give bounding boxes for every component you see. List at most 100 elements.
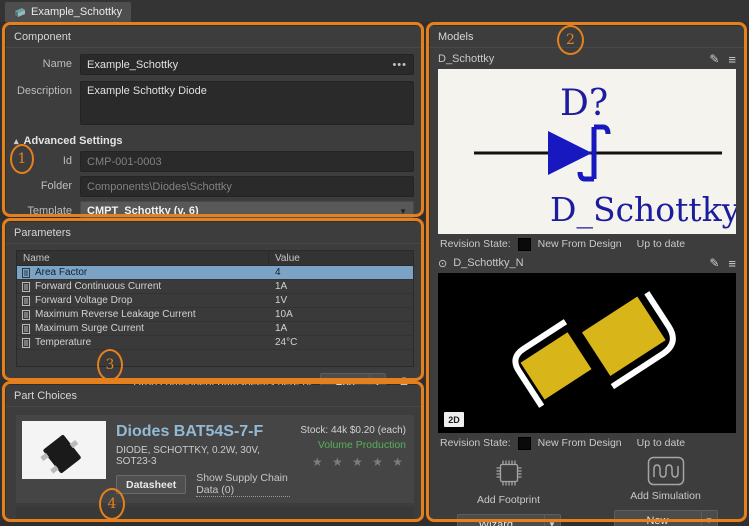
name-input[interactable] xyxy=(81,59,386,71)
table-row[interactable]: Forward Continuous Current1A xyxy=(17,280,413,294)
folder-label: Folder xyxy=(6,176,72,192)
footprint-wizard-button[interactable]: Wizard... ▼ xyxy=(457,514,561,526)
part-choices-panel-title: Part Choices xyxy=(6,385,424,407)
part-choice-item[interactable]: Diodes BAT54S-7-F DIODE, SCHOTTKY, 0.2W,… xyxy=(16,415,414,503)
symbol-menu-icon[interactable]: ≡ xyxy=(728,53,736,66)
component-panel: Component Name ••• Description Example S… xyxy=(6,26,424,214)
description-label: Description xyxy=(6,81,72,97)
parameter-icon xyxy=(17,310,35,320)
revision-swatch xyxy=(518,238,531,251)
column-header-value[interactable]: Value xyxy=(269,253,413,264)
more-button[interactable]: ••• xyxy=(386,59,413,71)
add-footprint-label: Add Footprint xyxy=(477,494,540,506)
revision-state-label: Revision State: xyxy=(440,238,511,250)
revision-state-label: Revision State: xyxy=(440,437,511,449)
part-photo xyxy=(22,421,106,479)
new-simulation-button[interactable]: New ▼ xyxy=(614,510,718,526)
parameter-value: 1V xyxy=(269,295,413,306)
diode-triangle xyxy=(548,131,592,175)
lifecycle-status: Volume Production xyxy=(300,439,406,451)
supply-chain-link[interactable]: Show Supply Chain Data (0) xyxy=(196,472,290,497)
template-value: CMPT_Schottky (v. 6) xyxy=(87,205,199,217)
column-header-name[interactable]: Name xyxy=(17,251,269,265)
parameters-table-empty-space xyxy=(17,350,413,366)
id-label: Id xyxy=(6,151,72,167)
schematic-symbol-preview[interactable]: D? D_Schottky xyxy=(438,69,736,234)
tab-example-schottky[interactable]: Example_Schottky xyxy=(5,2,131,22)
template-label: Template xyxy=(6,201,72,217)
models-panel: Models D_Schottky ✎ ≡ D? D_Schottky Revi… xyxy=(430,26,744,519)
table-row[interactable]: Area Factor4 xyxy=(17,266,413,280)
collapse-icon[interactable]: ▴ xyxy=(14,136,19,147)
table-row[interactable]: Maximum Surge Current1A xyxy=(17,322,413,336)
component-icon xyxy=(14,7,26,18)
revision-status: Up to date xyxy=(637,437,685,449)
tab-bar: Example_Schottky xyxy=(0,0,749,22)
id-input xyxy=(81,156,413,168)
footprint-pad-2 xyxy=(582,296,666,376)
symbol-designator-text: D? xyxy=(560,83,608,124)
stock-text: Stock: 44k $0.20 (each) xyxy=(300,425,406,436)
tab-title: Example_Schottky xyxy=(31,6,122,18)
part-choices-panel: Part Choices Diodes BAT54S-7-F DIODE, SC… xyxy=(6,385,424,519)
parameters-table-header: Name Value xyxy=(17,251,413,266)
parameters-table-body: Area Factor4Forward Continuous Current1A… xyxy=(17,266,413,350)
chevron-down-icon[interactable]: ▼ xyxy=(545,515,560,526)
revision-swatch xyxy=(518,437,531,450)
parameter-value: 4 xyxy=(269,267,413,278)
component-editor-screen: Example_Schottky Component Name ••• Desc… xyxy=(0,0,749,526)
template-select[interactable]: CMPT_Schottky (v. 6) ▼ xyxy=(80,201,414,221)
add-simulation-label: Add Simulation xyxy=(630,490,701,502)
component-panel-title: Component xyxy=(6,26,424,48)
footprint-bullet-icon: ⊙ xyxy=(438,257,447,270)
parameter-icon xyxy=(17,282,35,292)
advanced-settings-label: Advanced Settings xyxy=(24,135,123,147)
footprint-model-name: D_Schottky_N xyxy=(453,257,703,269)
new-label[interactable]: New xyxy=(615,511,702,526)
part-choices-empty-row xyxy=(16,507,414,521)
chevron-down-icon: ▼ xyxy=(399,207,407,216)
parameters-table: Name Value Area Factor4Forward Continuou… xyxy=(16,250,414,367)
parameter-name: Temperature xyxy=(35,337,269,348)
models-panel-title: Models xyxy=(430,26,744,48)
table-row[interactable]: Temperature24°C xyxy=(17,336,413,350)
waveform-icon xyxy=(647,456,685,486)
parameters-panel-title: Parameters xyxy=(6,222,424,244)
edit-symbol-icon[interactable]: ✎ xyxy=(709,53,719,65)
footprint-menu-icon[interactable]: ≡ xyxy=(728,257,736,270)
rating-stars[interactable]: ★ ★ ★ ★ ★ xyxy=(300,455,406,469)
parameters-panel: Parameters Name Value Area Factor4Forwar… xyxy=(6,222,424,378)
parameter-name: Area Factor xyxy=(35,267,269,278)
parameter-name: Forward Continuous Current xyxy=(35,281,269,292)
name-label: Name xyxy=(6,54,72,70)
parameter-value: 1A xyxy=(269,281,413,292)
datasheet-button[interactable]: Datasheet xyxy=(116,475,186,494)
symbol-model-name: D_Schottky xyxy=(438,53,703,65)
part-description: DIODE, SCHOTTKY, 0.2W, 30V, SOT23-3 xyxy=(116,445,290,467)
parameter-icon xyxy=(17,338,35,348)
wizard-label[interactable]: Wizard... xyxy=(458,515,545,526)
view-2d-button[interactable]: 2D xyxy=(444,412,464,427)
revision-new-from-design: New From Design xyxy=(538,238,622,250)
parameter-value: 24°C xyxy=(269,337,413,348)
revision-status: Up to date xyxy=(637,238,685,250)
parameter-value: 10A xyxy=(269,309,413,320)
parameter-icon xyxy=(17,324,35,334)
symbol-name-text: D_Schottky xyxy=(550,190,736,230)
table-row[interactable]: Maximum Reverse Leakage Current10A xyxy=(17,308,413,322)
chevron-down-icon[interactable]: ▼ xyxy=(702,511,717,526)
parameter-icon xyxy=(17,268,35,278)
parameter-name: Maximum Reverse Leakage Current xyxy=(35,309,269,320)
footprint-preview[interactable]: 2D xyxy=(438,273,736,433)
table-row[interactable]: Forward Voltage Drop1V xyxy=(17,294,413,308)
description-input[interactable]: Example Schottky Diode xyxy=(80,81,414,125)
parameter-name: Maximum Surge Current xyxy=(35,323,269,334)
folder-input xyxy=(81,181,413,193)
parameter-icon xyxy=(17,296,35,306)
chip-icon xyxy=(491,456,527,490)
revision-new-from-design: New From Design xyxy=(538,437,622,449)
parameter-value: 1A xyxy=(269,323,413,334)
parameter-name: Forward Voltage Drop xyxy=(35,295,269,306)
edit-footprint-icon[interactable]: ✎ xyxy=(709,257,719,269)
part-title: Diodes BAT54S-7-F xyxy=(116,423,290,441)
